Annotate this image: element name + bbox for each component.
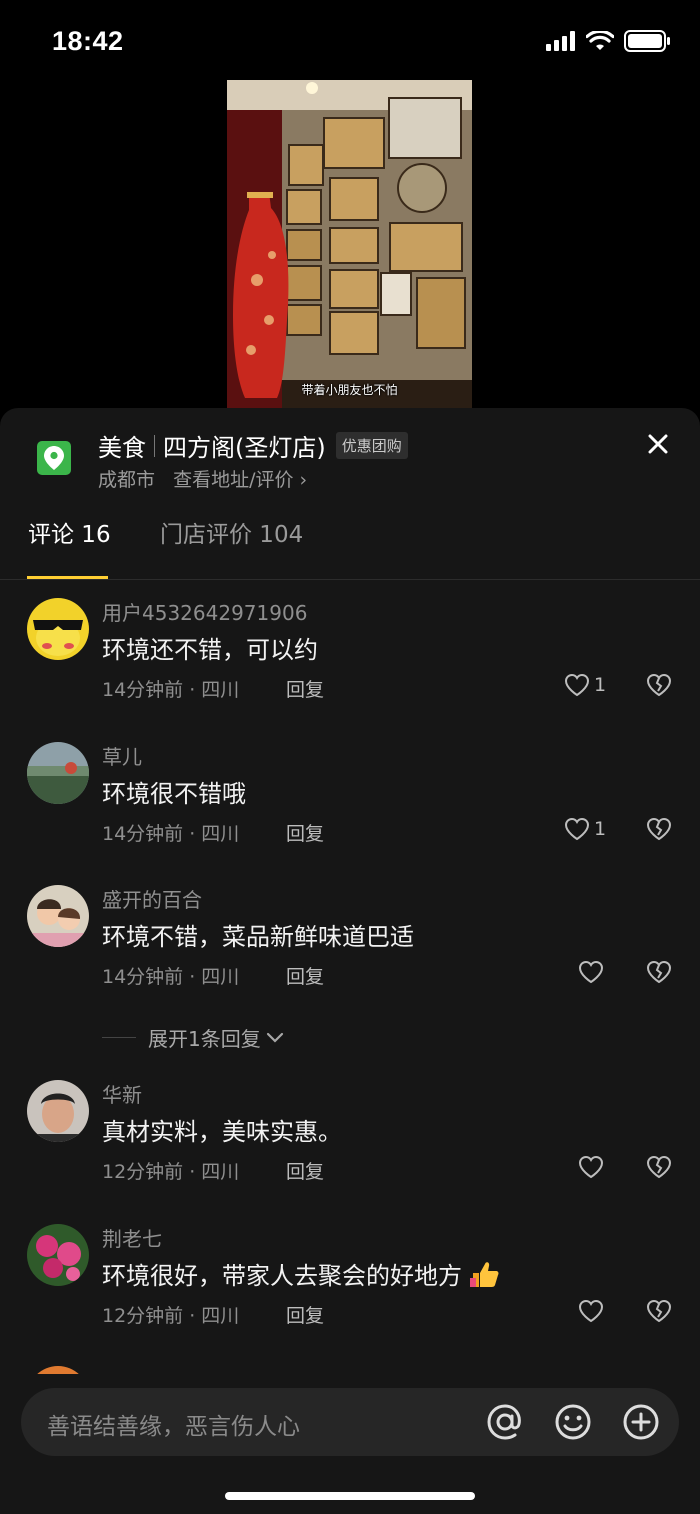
comment-meta: 12分钟前 · 四川 — [102, 1305, 240, 1327]
poi-header[interactable]: 美食 四方阁(圣灯店) 优惠团购 成都市 查看地址/评价 › — [0, 408, 700, 503]
comment-meta: 14分钟前 · 四川 — [102, 966, 240, 988]
dislike-button[interactable] — [646, 817, 672, 845]
comment-meta: 12分钟前 · 四川 — [102, 1161, 240, 1183]
broken-heart-icon — [646, 817, 672, 841]
broken-heart-icon — [646, 960, 672, 984]
expand-replies-label: 展开1条回复 — [148, 1027, 261, 1051]
poi-category: 美食 — [98, 434, 146, 462]
at-icon — [487, 1404, 521, 1440]
comment-item: 用户4532642971906 环境还不错，可以约 14分钟前 · 四川 回复 … — [0, 580, 700, 720]
comment-input-bar: 善语结善缘，恶言伤人心 — [0, 1374, 700, 1514]
poi-divider — [154, 434, 155, 457]
active-tab-indicator — [27, 576, 108, 579]
broken-heart-icon — [646, 1155, 672, 1179]
comment-meta: 14分钟前 · 四川 — [102, 823, 240, 845]
plus-circle-icon — [623, 1404, 659, 1440]
emoji-button[interactable] — [553, 1402, 593, 1442]
comment-username[interactable]: 华新 — [102, 1079, 142, 1108]
heart-icon — [578, 960, 604, 984]
comment-text: 环境很不错哦 — [102, 780, 246, 808]
add-attachment-button[interactable] — [621, 1402, 661, 1442]
like-count: 1 — [594, 818, 607, 840]
heart-icon — [564, 817, 590, 841]
video-player[interactable]: 带着小朋友也不怕 — [0, 80, 700, 410]
poi-address-link[interactable]: 查看地址/评价 — [173, 469, 293, 491]
cellular-signal-icon — [546, 31, 575, 51]
tab-store-reviews[interactable]: 门店评价 104 — [160, 515, 303, 567]
reply-button[interactable]: 回复 — [286, 1157, 324, 1184]
video-frame-illustration — [227, 80, 472, 410]
poi-title[interactable]: 美食 四方阁(圣灯店) 优惠团购 — [98, 428, 408, 463]
comment-input[interactable]: 善语结善缘，恶言伤人心 — [21, 1388, 679, 1456]
comment-item: 盛开的百合 环境不错，菜品新鲜味道巴适 14分钟前 · 四川 回复 — [0, 867, 700, 1007]
comment-item: 草儿 环境很不错哦 14分钟前 · 四川 回复 1 — [0, 724, 700, 864]
status-icons — [546, 30, 672, 52]
like-button[interactable]: 1 — [564, 817, 606, 841]
emoji-icon — [555, 1404, 591, 1440]
comment-meta: 14分钟前 · 四川 — [102, 679, 240, 701]
like-count: 1 — [594, 674, 607, 696]
wifi-icon — [586, 31, 614, 50]
comment-sheet: 美食 四方阁(圣灯店) 优惠团购 成都市 查看地址/评价 › 评论 16 门店评… — [0, 408, 700, 1514]
divider-line — [102, 1037, 136, 1038]
heart-icon — [564, 673, 590, 697]
poi-city: 成都市 — [98, 469, 156, 491]
avatar[interactable] — [27, 742, 89, 804]
home-indicator[interactable] — [225, 1492, 475, 1500]
poi-name: 四方阁(圣灯店) — [163, 434, 326, 462]
reply-button[interactable]: 回复 — [286, 962, 324, 989]
dislike-button[interactable] — [646, 673, 672, 701]
avatar[interactable] — [27, 1080, 89, 1142]
comment-text: 环境还不错，可以约 — [102, 636, 318, 664]
dislike-button[interactable] — [646, 1299, 672, 1327]
tab-comments[interactable]: 评论 16 — [28, 515, 111, 567]
comment-username[interactable]: 荆老七 — [102, 1223, 162, 1252]
chevron-right-icon: › — [299, 469, 308, 491]
like-button[interactable] — [578, 960, 608, 984]
heart-icon — [578, 1299, 604, 1323]
comment-text-body: 环境很好，带家人去聚会的好地方 — [102, 1262, 462, 1290]
comment-item: 华新 真材实料，美味实惠。 12分钟前 · 四川 回复 — [0, 1062, 700, 1202]
like-button[interactable] — [578, 1299, 608, 1323]
avatar[interactable] — [27, 885, 89, 947]
dislike-button[interactable] — [646, 960, 672, 988]
comment-text: 环境很好，带家人去聚会的好地方 — [102, 1256, 500, 1291]
dislike-button[interactable] — [646, 1155, 672, 1183]
poi-subtitle[interactable]: 成都市 查看地址/评价 › — [98, 465, 307, 492]
comment-text: 环境不错，菜品新鲜味道巴适 — [102, 923, 414, 951]
broken-heart-icon — [646, 1299, 672, 1323]
video-thumbnail: 带着小朋友也不怕 — [227, 80, 472, 410]
status-bar: 18:42 — [0, 0, 700, 80]
broken-heart-icon — [646, 673, 672, 697]
thumbs-up-emoji-icon — [469, 1262, 499, 1287]
like-button[interactable]: 1 — [564, 673, 606, 697]
chevron-down-icon — [266, 1032, 283, 1043]
tab-bar: 评论 16 门店评价 104 — [0, 503, 700, 580]
like-button[interactable] — [578, 1155, 608, 1179]
comment-input-placeholder: 善语结善缘，恶言伤人心 — [47, 1414, 300, 1440]
avatar[interactable] — [27, 1224, 89, 1286]
reply-button[interactable]: 回复 — [286, 819, 324, 846]
comment-item: 荆老七 环境很好，带家人去聚会的好地方 12分钟前 · 四川 回复 — [0, 1206, 700, 1346]
expand-replies-button[interactable]: 展开1条回复 — [102, 1023, 285, 1052]
comment-username[interactable]: 草儿 — [102, 741, 142, 770]
comment-username[interactable]: 用户4532642971906 — [102, 597, 307, 626]
deal-badge[interactable]: 优惠团购 — [335, 432, 408, 459]
comment-username[interactable]: 盛开的百合 — [102, 884, 202, 913]
heart-icon — [578, 1155, 604, 1179]
close-icon — [648, 434, 668, 454]
video-caption: 带着小朋友也不怕 — [301, 383, 398, 397]
battery-icon — [624, 30, 670, 52]
avatar[interactable] — [27, 598, 89, 660]
reply-button[interactable]: 回复 — [286, 675, 324, 702]
close-button[interactable] — [644, 430, 672, 458]
location-pin-icon — [37, 441, 71, 475]
mention-button[interactable] — [485, 1402, 525, 1442]
reply-button[interactable]: 回复 — [286, 1301, 324, 1328]
clock: 18:42 — [52, 26, 124, 56]
comment-text: 真材实料，美味实惠。 — [102, 1118, 342, 1146]
